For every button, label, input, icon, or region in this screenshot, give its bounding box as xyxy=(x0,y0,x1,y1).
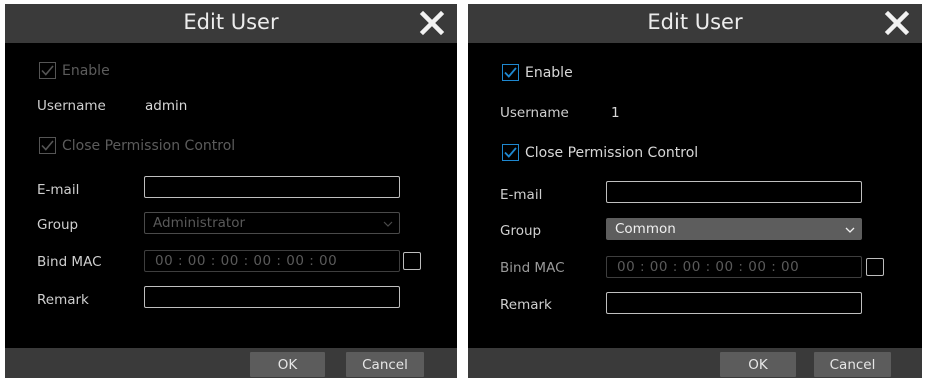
close-permission-checkbox[interactable]: Close Permission Control xyxy=(502,144,698,161)
checkbox-checked-icon xyxy=(39,62,56,79)
ok-button[interactable]: OK xyxy=(250,352,325,377)
enable-checkbox[interactable]: Enable xyxy=(502,64,573,81)
chevron-down-icon xyxy=(383,217,393,233)
checkbox-checked-icon xyxy=(39,137,56,154)
group-label: Group xyxy=(500,223,542,239)
remark-label: Remark xyxy=(500,297,552,313)
username-value: admin xyxy=(145,98,188,114)
checkbox-checked-icon xyxy=(502,144,519,161)
close-icon[interactable] xyxy=(419,9,445,37)
cancel-button[interactable]: Cancel xyxy=(814,352,891,377)
group-value: Common xyxy=(615,221,676,237)
dialog-titlebar: Edit User xyxy=(5,4,457,43)
remark-label: Remark xyxy=(37,292,89,308)
close-permission-label: Close Permission Control xyxy=(525,144,699,161)
username-label: Username xyxy=(500,105,569,121)
bind-mac-checkbox[interactable] xyxy=(866,258,884,276)
remark-field[interactable] xyxy=(144,286,400,308)
ok-button[interactable]: OK xyxy=(720,352,796,377)
group-select[interactable]: Administrator xyxy=(144,212,400,234)
bind-mac-label: Bind MAC xyxy=(500,260,565,276)
bind-mac-label: Bind MAC xyxy=(37,254,102,270)
remark-field[interactable] xyxy=(606,292,862,314)
email-label: E-mail xyxy=(500,187,543,203)
dialog-footer: OK Cancel xyxy=(5,348,457,378)
dialog-titlebar: Edit User xyxy=(468,4,922,43)
dialog-footer: OK Cancel xyxy=(468,348,922,378)
close-permission-checkbox[interactable]: Close Permission Control xyxy=(39,137,235,154)
enable-label: Enable xyxy=(62,62,110,79)
edit-user-dialog-left: Edit User Enable Username admin Close Pe… xyxy=(5,4,457,378)
mac-address-field[interactable]: 00 : 00 : 00 : 00 : 00 : 00 xyxy=(606,256,862,278)
enable-checkbox[interactable]: Enable xyxy=(39,62,110,79)
dialog-title: Edit User xyxy=(183,10,279,34)
email-label: E-mail xyxy=(37,182,80,198)
bind-mac-checkbox[interactable] xyxy=(403,252,421,270)
checkbox-checked-icon xyxy=(502,64,519,81)
group-value: Administrator xyxy=(153,215,246,231)
email-field[interactable] xyxy=(606,181,862,203)
group-select[interactable]: Common xyxy=(606,218,862,240)
group-label: Group xyxy=(37,217,79,233)
close-icon[interactable] xyxy=(884,9,910,37)
mac-address-field[interactable]: 00 : 00 : 00 : 00 : 00 : 00 xyxy=(144,250,400,272)
edit-user-dialog-right: Edit User Enable Username 1 Close Permis… xyxy=(468,4,922,378)
dialog-title: Edit User xyxy=(647,10,743,34)
username-label: Username xyxy=(37,98,106,114)
email-field[interactable] xyxy=(144,176,400,198)
enable-label: Enable xyxy=(525,64,573,81)
chevron-down-icon xyxy=(845,223,855,239)
cancel-button[interactable]: Cancel xyxy=(346,352,424,377)
close-permission-label: Close Permission Control xyxy=(62,137,236,154)
username-value: 1 xyxy=(611,105,620,121)
